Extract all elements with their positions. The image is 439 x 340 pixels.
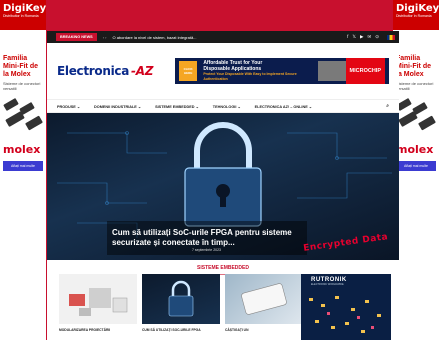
article-card-title[interactable]: CÂȘTIGAȚI UN <box>225 328 303 332</box>
hero-article[interactable]: Cum să utilizați SoC-urile FPGA pentru s… <box>47 113 399 260</box>
molex-logo: molex <box>3 143 41 156</box>
nav-item-tehnologii[interactable]: TEHNOLOGII ⌄ <box>213 104 241 109</box>
article-card-title[interactable]: MODULARIZAREA PROIECTĂRII <box>59 328 137 332</box>
right-side-ad[interactable]: DigiKey Distribuitor în Romania Familia … <box>393 0 439 340</box>
connector-image <box>395 97 437 135</box>
site-logo[interactable]: Electronica -AZ <box>57 64 153 78</box>
section-title[interactable]: SISTEME EMBEDDED <box>47 260 399 271</box>
site-header: Electronica -AZ CLICK HERE Affordable Tr… <box>47 43 399 99</box>
romania-flag-icon[interactable] <box>387 34 395 40</box>
devices-illustration <box>69 288 128 316</box>
chip-image <box>318 61 346 81</box>
main-nav: PRODUSE ⌄ DOMENII INDUSTRIALE ⌄ SISTEME … <box>47 99 399 113</box>
device-thumbnail <box>241 283 287 315</box>
article-thumbnail[interactable] <box>225 274 303 324</box>
top-bar: BREAKING NEWS ‹ › O abordare la nivel de… <box>47 31 399 43</box>
molex-logo: molex <box>396 143 434 156</box>
digikey-logo: DigiKey <box>3 3 46 14</box>
ad-subtitle: Sisteme de conectori versatili <box>396 81 434 91</box>
article-card-title[interactable]: CUM SĂ UTILIZAȚI SOC-URILE FPGA <box>142 328 220 332</box>
nav-item-electronica-online[interactable]: ELECTRONICA AZ! – ONLINE ⌄ <box>255 104 312 109</box>
news-arrows-icon[interactable]: ‹ › <box>103 35 107 40</box>
article-card[interactable]: CUM SĂ UTILIZAȚI SOC-URILE FPGA <box>142 274 220 332</box>
logo-accent-text: -AZ <box>131 64 154 78</box>
banner-subtitle: Protect Your Disposable With Easy to Imp… <box>203 72 297 81</box>
article-card[interactable]: MODULARIZAREA PROIECTĂRII <box>59 274 137 332</box>
banner-title: Affordable Trust for Your Disposable App… <box>203 60 312 81</box>
nav-item-produse[interactable]: PRODUSE ⌄ <box>57 104 80 109</box>
left-side-ad[interactable]: DigiKey Distribuitor în Romania Familia … <box>0 0 46 340</box>
microchip-logo: MICROCHIP <box>345 58 385 84</box>
logo-main-text: Electronica <box>57 64 130 78</box>
breaking-news-headline[interactable]: O abordare la nivel de sistem, bazat int… <box>112 35 347 40</box>
nav-item-domenii-industriale[interactable]: DOMENII INDUSTRIALE ⌄ <box>94 104 141 109</box>
ad-headline: Familia Mini-Fit de la Molex <box>3 55 38 78</box>
facebook-icon[interactable]: f <box>347 34 348 40</box>
microchip-banner-ad[interactable]: CLICK HERE Affordable Trust for Your Dis… <box>175 58 389 84</box>
article-card[interactable]: CÂȘTIGAȚI UN <box>225 274 303 332</box>
rutronik-logo: RUTRONIK <box>311 277 347 283</box>
digikey-header: DigiKey Distribuitor în Romania <box>393 0 439 30</box>
ad-subtitle: Sisteme de conectori versatili <box>3 81 41 91</box>
article-thumbnail[interactable] <box>59 274 137 324</box>
article-cards: MODULARIZAREA PROIECTĂRII CUM SĂ UTILIZA… <box>59 274 303 332</box>
components-image <box>309 296 381 333</box>
twitter-icon[interactable]: 𝕏 <box>352 34 356 40</box>
hero-title[interactable]: Cum să utilizați SoC-urile FPGA pentru s… <box>112 228 312 248</box>
social-icons: f 𝕏 ▶ ✉ ⊙ <box>347 34 379 40</box>
padlock-thumbnail <box>168 280 194 317</box>
digikey-logo: DigiKey <box>396 3 439 14</box>
banner-title-line2: Disposable Applications <box>203 65 262 72</box>
rss-icon[interactable]: ⊙ <box>375 34 379 40</box>
breaking-news-badge: BREAKING NEWS <box>56 33 97 41</box>
nav-item-sisteme-embedded[interactable]: SISTEME EMBEDDED ⌄ <box>155 104 199 109</box>
click-here-badge: CLICK HERE <box>179 61 198 81</box>
learn-more-button-left[interactable]: Aflați mai multe <box>3 161 43 171</box>
rutronik-ad[interactable]: RUTRONIK ELECTRONIC WORLDWIDE <box>301 274 391 340</box>
hero-date: 7 septembrie 2023 <box>192 248 221 252</box>
article-thumbnail[interactable] <box>142 274 220 324</box>
learn-more-button-right[interactable]: Aflați mai multe <box>396 161 436 171</box>
embedded-section: SISTEME EMBEDDED MODULARIZAREA PROIECTĂR… <box>47 260 399 340</box>
youtube-icon[interactable]: ▶ <box>360 34 363 40</box>
connector-image <box>2 97 44 135</box>
digikey-header: DigiKey Distribuitor în Romania <box>0 0 46 30</box>
ad-headline: Familia Mini-Fit de la Molex <box>396 55 431 78</box>
digikey-tagline: Distribuitor în Romania <box>3 14 39 18</box>
digikey-tagline: Distribuitor în Romania <box>396 14 432 18</box>
main-page: BREAKING NEWS ‹ › O abordare la nivel de… <box>47 31 399 340</box>
search-icon[interactable]: ⌕ <box>386 103 389 109</box>
email-icon[interactable]: ✉ <box>367 34 371 40</box>
